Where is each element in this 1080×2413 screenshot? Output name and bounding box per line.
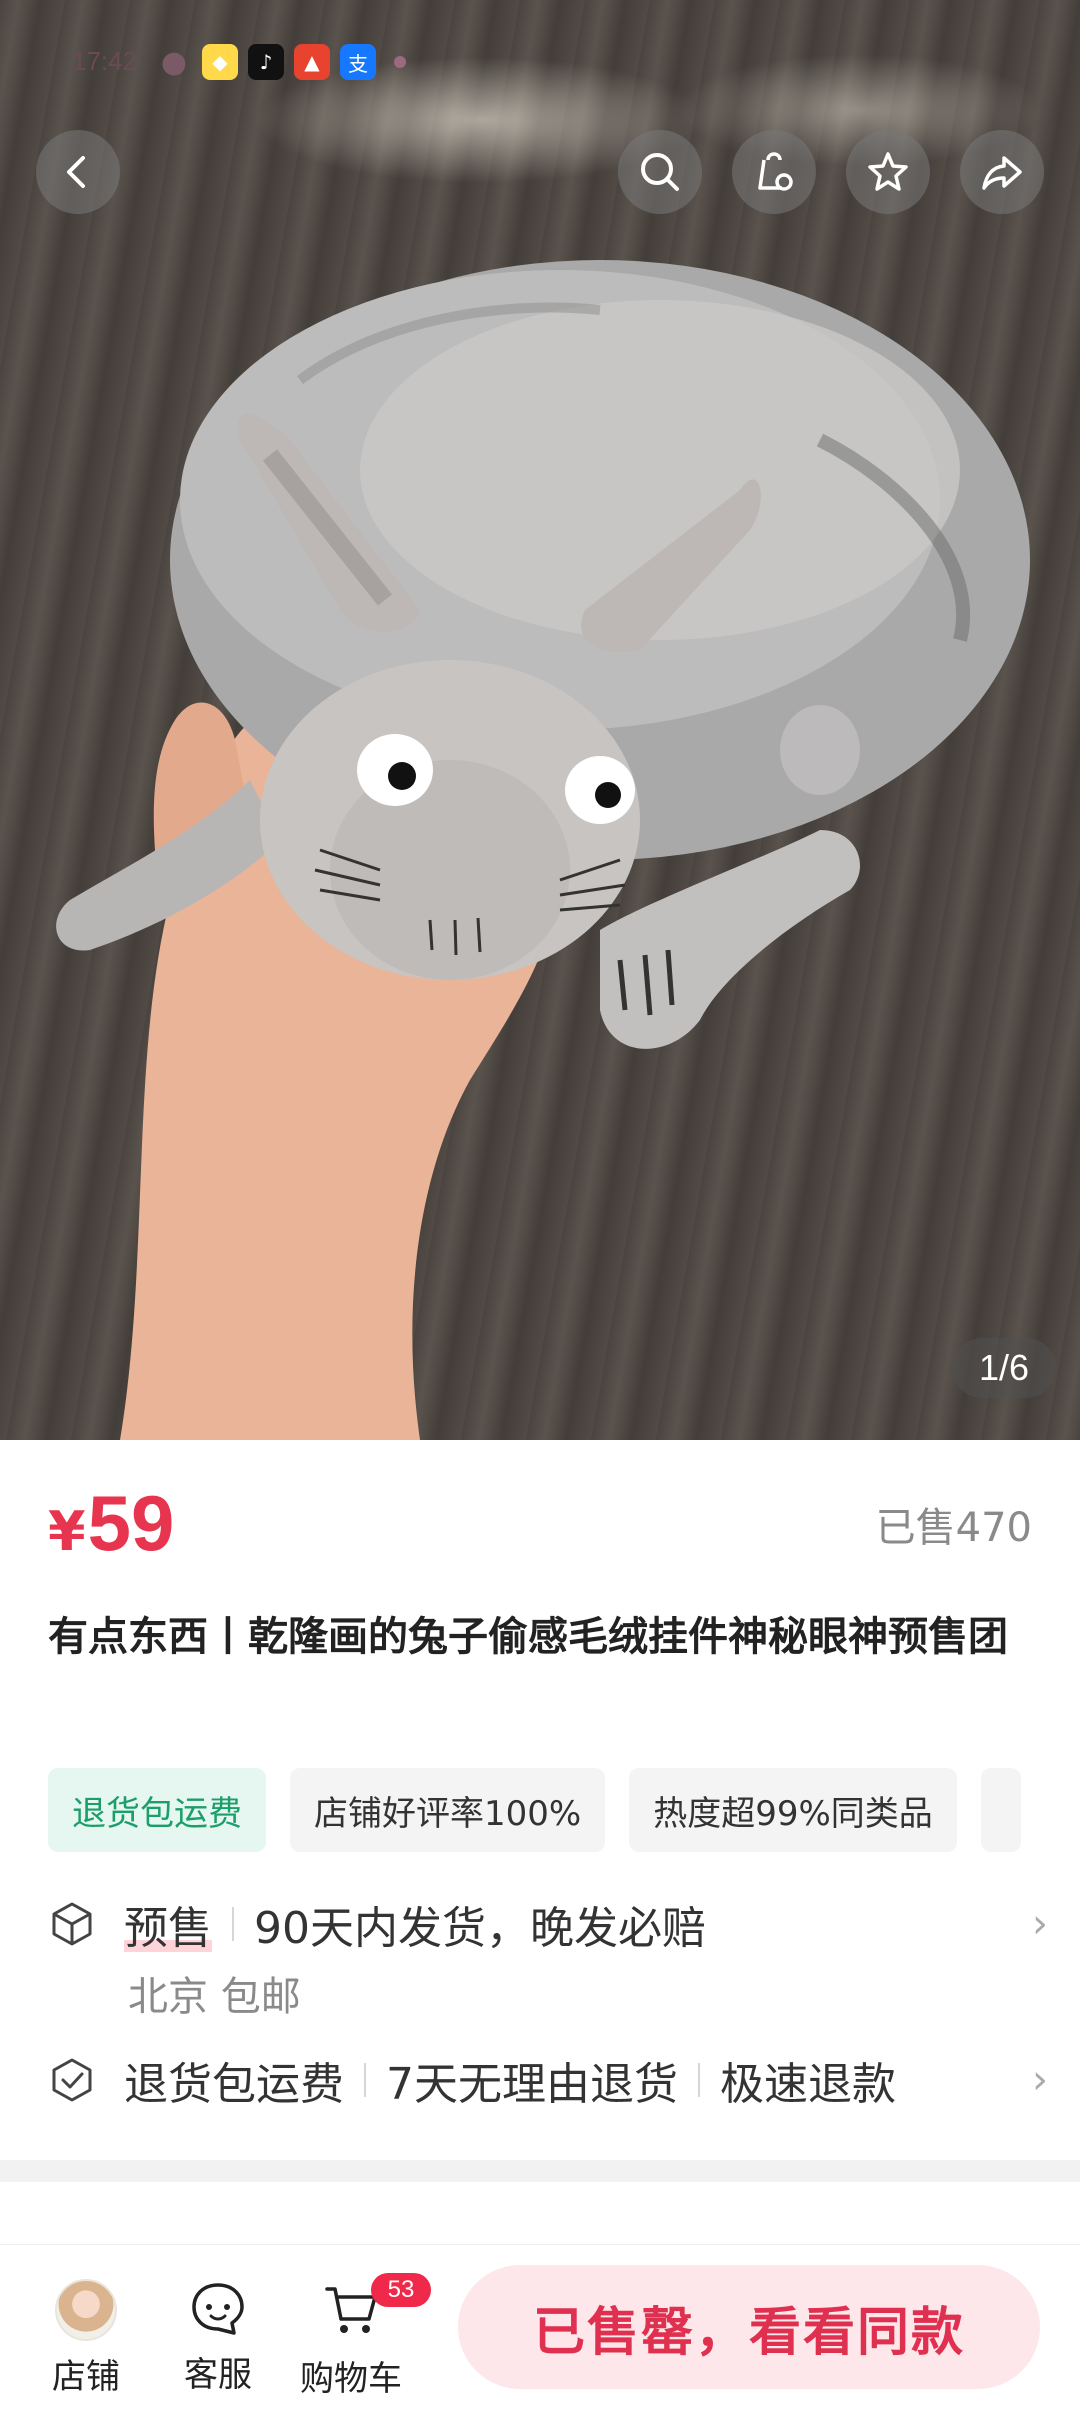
- clipboard-button[interactable]: [732, 130, 816, 214]
- status-time: 17:42: [72, 46, 138, 76]
- delivery-text: 90天内发货，晚发必赔: [254, 1903, 706, 1954]
- presale-label: 预售: [124, 1892, 212, 1956]
- alipay-icon: 支: [340, 44, 376, 80]
- tag-shop-rating[interactable]: 店铺好评率100%: [290, 1768, 606, 1852]
- guarantee-7day-return: 7天无理由退货: [386, 2059, 678, 2110]
- bottom-action-bar: 店铺 客服 53 购物车 已售罄，看看同款: [0, 2244, 1080, 2413]
- app-icon: ◆: [202, 44, 238, 80]
- separator: [232, 1907, 234, 1941]
- chevron-right-icon: ›: [1032, 2057, 1048, 2103]
- product-photo: [56, 260, 1030, 1440]
- chevron-right-icon: ›: [1032, 1901, 1048, 1947]
- shop-label: 店铺: [52, 2357, 120, 2397]
- shield-check-icon: [52, 2058, 92, 2102]
- tag-return-shipping[interactable]: 退货包运费: [48, 1768, 266, 1852]
- separator: [364, 2063, 366, 2097]
- product-title: 有点东西丨乾隆画的兔子偷感毛绒挂件神秘眼神预售团: [48, 1614, 1008, 1660]
- tag-popularity[interactable]: 热度超99%同类品: [629, 1768, 957, 1852]
- search-icon: [641, 153, 679, 191]
- chat-icon: [192, 2283, 244, 2335]
- shop-button[interactable]: 店铺: [52, 2279, 120, 2398]
- guarantee-fast-refund: 极速退款: [720, 2059, 896, 2110]
- product-image-gallery[interactable]: 17:42 ● ◆ ♪ ▲ 支 1/6: [0, 0, 1080, 1440]
- red-app-icon: ▲: [294, 44, 330, 80]
- cart-icon-wrap: 53: [321, 2273, 431, 2343]
- search-button[interactable]: [618, 130, 702, 214]
- back-button[interactable]: [36, 130, 120, 214]
- currency-symbol: ¥: [48, 1500, 86, 1563]
- status-bar: 17:42 ● ◆ ♪ ▲ 支: [0, 0, 1080, 110]
- wechat-icon: ●: [160, 44, 188, 80]
- section-divider: [0, 2160, 1080, 2182]
- tag-row: 退货包运费 店铺好评率100% 热度超99%同类品: [48, 1768, 1021, 1852]
- shipping-origin: 北京 包邮: [128, 1974, 301, 2020]
- cart-count-badge: 53: [371, 2273, 431, 2307]
- cart-button[interactable]: 53 购物车: [300, 2273, 431, 2400]
- cart-label: 购物车: [300, 2359, 402, 2399]
- service-label: 客服: [184, 2355, 252, 2395]
- guarantee-return-shipping: 退货包运费: [124, 2059, 344, 2110]
- share-icon: [982, 156, 1022, 190]
- favorite-star-icon: [868, 152, 908, 191]
- shipping-row[interactable]: 预售 90天内发货，晚发必赔 ›: [48, 1892, 1048, 1956]
- separator: [698, 2063, 700, 2097]
- price: ¥ 59: [48, 1478, 174, 1569]
- shop-avatar: [55, 2279, 117, 2341]
- guarantee-row[interactable]: 退货包运费 7天无理由退货 极速退款 ›: [48, 2048, 1048, 2112]
- sold-count: 已售470: [875, 1505, 1032, 1551]
- sold-out-similar-button[interactable]: 已售罄，看看同款: [458, 2265, 1040, 2389]
- favorite-button[interactable]: [846, 130, 930, 214]
- tiktok-icon: ♪: [248, 44, 284, 80]
- notification-dot: [394, 56, 406, 68]
- customer-service-button[interactable]: 客服: [184, 2279, 252, 2396]
- status-icons: ● ◆ ♪ ▲ 支: [156, 44, 406, 80]
- price-value: 59: [87, 1479, 175, 1567]
- tag-more[interactable]: [980, 1768, 1021, 1852]
- gallery-page-indicator: 1/6: [952, 1338, 1056, 1398]
- back-icon: [67, 156, 85, 188]
- clipboard-icon: [758, 152, 793, 191]
- package-icon: [52, 1902, 92, 1946]
- share-button[interactable]: [960, 130, 1044, 214]
